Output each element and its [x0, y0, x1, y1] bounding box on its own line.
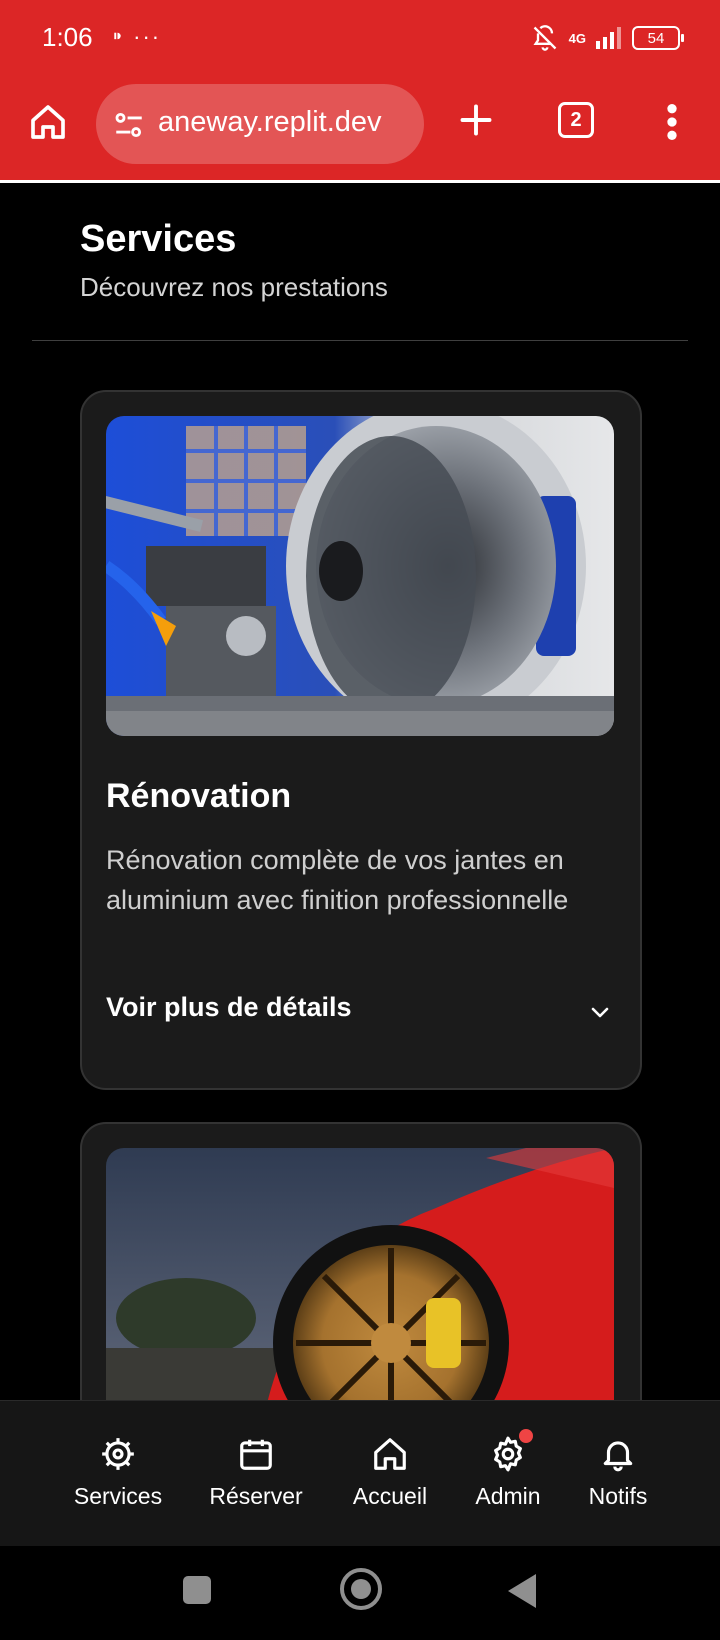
home-button[interactable] — [340, 1568, 382, 1610]
service-image-wheel-lathe — [106, 416, 614, 736]
header-divider — [32, 340, 688, 341]
gear-cog-icon[interactable] — [99, 1435, 137, 1473]
bottom-navigation: Services Réserver Accueil Admin Notifs — [0, 1400, 720, 1547]
address-bar[interactable]: aneway.replit.dev — [96, 84, 424, 164]
system-navigation-bar — [0, 1546, 720, 1640]
nav-label-accueil[interactable]: Accueil — [340, 1483, 440, 1510]
details-label[interactable]: Voir plus de détails — [106, 992, 352, 1022]
status-notification-icons: ⁍ ··· — [112, 24, 162, 49]
tab-switcher-button[interactable]: 2 — [558, 102, 594, 138]
service-card: Rénovation Rénovation complète de vos ja… — [80, 390, 642, 1090]
service-title: Rénovation — [106, 777, 292, 815]
nav-item-admin[interactable]: Admin — [462, 1429, 554, 1510]
battery-icon: 54 — [632, 26, 684, 50]
notification-dot — [519, 1429, 533, 1443]
browser-chrome: 1:06 ⁍ ··· 4G 54 aneway.replit.dev 2 — [0, 0, 720, 180]
chrome-divider — [0, 180, 720, 183]
chevron-down-icon[interactable] — [588, 1000, 612, 1024]
site-settings-icon[interactable] — [112, 108, 146, 142]
home-icon[interactable] — [371, 1435, 409, 1473]
network-type-label: 4G — [568, 30, 586, 46]
service-description: Rénovation complète de vos jantes en alu… — [106, 845, 569, 915]
page-title: Services — [80, 218, 237, 260]
page-subtitle: Découvrez nos prestations — [80, 272, 388, 302]
browser-toolbar: aneway.replit.dev 2 — [0, 80, 720, 172]
nav-label-reserver[interactable]: Réserver — [206, 1483, 306, 1510]
new-tab-icon[interactable] — [458, 102, 494, 138]
nav-item-services[interactable]: Services — [68, 1435, 168, 1510]
calendar-icon[interactable] — [237, 1435, 275, 1473]
nav-item-reserver[interactable]: Réserver — [206, 1435, 306, 1510]
url-text[interactable]: aneway.replit.dev — [158, 106, 382, 139]
back-button[interactable] — [508, 1574, 536, 1608]
bell-icon[interactable] — [599, 1435, 637, 1473]
service-details-toggle[interactable]: Voir plus de détails — [106, 992, 616, 1032]
home-icon[interactable] — [28, 102, 68, 142]
signal-icon — [596, 27, 621, 49]
status-time: 1:06 — [42, 22, 93, 52]
status-bar: 1:06 ⁍ ··· 4G 54 — [0, 0, 720, 78]
nav-item-notifs[interactable]: Notifs — [578, 1435, 658, 1510]
more-menu-icon[interactable] — [664, 102, 680, 142]
nav-item-accueil[interactable]: Accueil — [340, 1435, 440, 1510]
battery-level: 54 — [647, 29, 665, 47]
status-right-icons: 4G 54 — [531, 22, 684, 54]
bell-off-icon — [533, 25, 556, 51]
nav-label-admin[interactable]: Admin — [462, 1483, 554, 1510]
nav-label-services[interactable]: Services — [68, 1483, 168, 1510]
nav-label-notifs[interactable]: Notifs — [578, 1483, 658, 1510]
recents-button[interactable] — [183, 1576, 211, 1604]
